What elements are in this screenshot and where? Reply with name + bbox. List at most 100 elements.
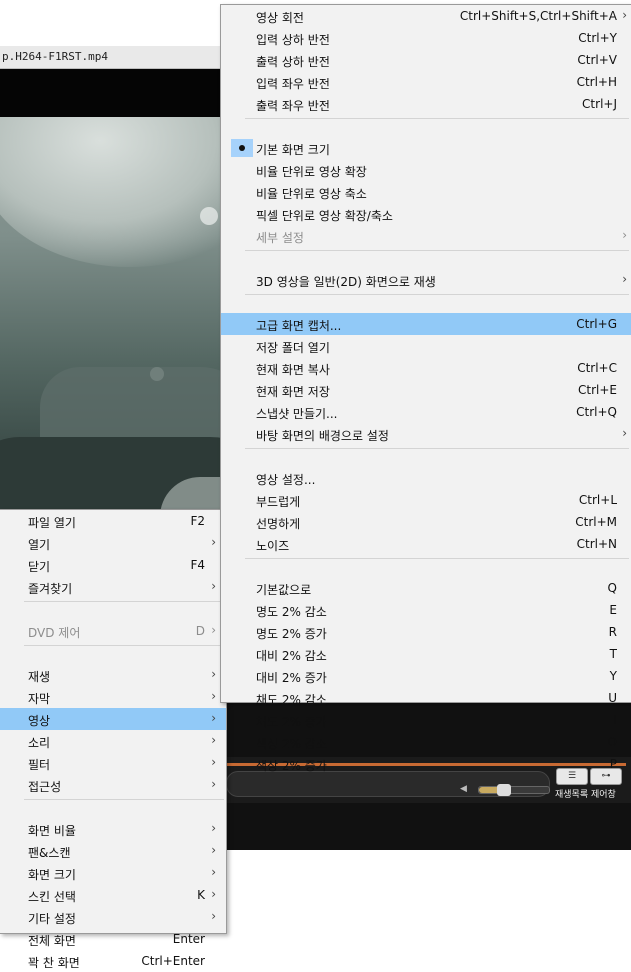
menu-item-소리[interactable]: 소리 › — [0, 730, 226, 752]
submenu-item-고급-화면-캡처[interactable]: 고급 화면 캡처... Ctrl+G — [221, 313, 631, 335]
menu-item-label: 현재 화면 복사 — [256, 363, 330, 377]
menu-item-shortcut: R — [608, 625, 617, 639]
menu-item-파일-열기[interactable]: 파일 열기 F2 — [0, 510, 226, 532]
menu-item-label: 즐겨찾기 — [28, 582, 73, 596]
menu-item-label: 색상 2% 감소 — [256, 737, 327, 751]
menu-item-label: 노이즈 — [256, 539, 290, 553]
menu-item-자막[interactable]: 자막 › — [0, 686, 226, 708]
menu-item-팬-스캔[interactable]: 팬&스캔 › — [0, 840, 226, 862]
playlist-label: 재생목록 — [555, 790, 589, 800]
submenu-item-비율-단위로-영상-축소[interactable]: 비율 단위로 영상 축소 — [221, 181, 631, 203]
menu-item-label: 현재 화면 저장 — [256, 385, 330, 399]
chevron-right-icon: › — [211, 865, 216, 879]
submenu-item-기본-화면-크기[interactable]: 기본 화면 크기 — [221, 137, 631, 159]
menu-item-기타-설정[interactable]: 기타 설정 › — [0, 906, 226, 928]
menu-item-꽉-찬-화면[interactable]: 꽉 찬 화면 Ctrl+Enter — [0, 950, 226, 972]
chevron-right-icon: › — [211, 909, 216, 923]
menu-item-열기[interactable]: 열기 › — [0, 532, 226, 554]
submenu-item-스냅샷-만들기[interactable]: 스냅샷 만들기... Ctrl+Q — [221, 401, 631, 423]
submenu-item-선명하게[interactable]: 선명하게 Ctrl+M — [221, 511, 631, 533]
menu-item-화면-크기[interactable]: 화면 크기 › — [0, 862, 226, 884]
submenu-item-대비-2-증가[interactable]: 대비 2% 증가 Y — [221, 665, 631, 687]
radio-check-icon — [231, 139, 253, 157]
menu-item-label: 비율 단위로 영상 축소 — [256, 187, 367, 201]
menu-item-shortcut: Ctrl+G — [576, 317, 617, 331]
video-bokeh — [200, 207, 218, 225]
submenu-item-출력-상하-반전[interactable]: 출력 상하 반전 Ctrl+V — [221, 49, 631, 71]
menu-item-label: 선명하게 — [256, 517, 301, 531]
context-menu-list: 파일 열기 F2 열기 › 닫기 F4 즐겨찾기 › DVD 제어 D › 재생 › 자막 › 영상 › 소리 › 필… — [0, 510, 226, 972]
submenu-item-영상-설정[interactable]: 영상 설정... — [221, 467, 631, 489]
menu-item-shortcut: O — [607, 735, 617, 749]
submenu-item-비율-단위로-영상-확장[interactable]: 비율 단위로 영상 확장 — [221, 159, 631, 181]
menu-item-화면-비율[interactable]: 화면 비율 › — [0, 818, 226, 840]
submenu-item-채도-2-감소[interactable]: 채도 2% 감소 U — [221, 687, 631, 709]
submenu-item-입력-좌우-반전[interactable]: 입력 좌우 반전 Ctrl+H — [221, 71, 631, 93]
menu-item-전체-화면[interactable]: 전체 화면 Enter — [0, 928, 226, 950]
menu-separator — [0, 598, 226, 620]
menu-item-label: 대비 2% 감소 — [256, 649, 327, 663]
submenu-item-바탕-화면의-배경으로-설정[interactable]: 바탕 화면의 배경으로 설정 › — [221, 423, 631, 445]
submenu-item-픽셀-단위로-영상-확장-축소[interactable]: 픽셀 단위로 영상 확장/축소 — [221, 203, 631, 225]
menu-item-label: 기본값으로 — [256, 583, 312, 597]
menu-item-접근성[interactable]: 접근성 › — [0, 774, 226, 796]
menu-item-label: 색상 2% 증가 — [256, 759, 327, 773]
menu-item-shortcut: Ctrl+Q — [576, 405, 617, 419]
menu-separator — [221, 555, 631, 577]
menu-item-label: 꽉 찬 화면 — [28, 956, 80, 970]
menu-item-shortcut: Ctrl+Shift+S,Ctrl+Shift+A — [459, 9, 617, 23]
menu-item-닫기[interactable]: 닫기 F4 — [0, 554, 226, 576]
menu-item-label: 채도 2% 감소 — [256, 693, 327, 707]
menu-item-shortcut: Ctrl+M — [575, 515, 617, 529]
menu-item-label: 스냅샷 만들기... — [256, 407, 338, 421]
menu-item-shortcut: Ctrl+Enter — [141, 954, 205, 968]
menu-separator — [0, 642, 226, 664]
submenu-item-노이즈[interactable]: 노이즈 Ctrl+N — [221, 533, 631, 555]
control-label: 제어창 — [591, 790, 616, 800]
submenu-item-입력-상하-반전[interactable]: 입력 상하 반전 Ctrl+Y — [221, 27, 631, 49]
menu-item-스킨-선택[interactable]: 스킨 선택 K › — [0, 884, 226, 906]
menu-item-즐겨찾기[interactable]: 즐겨찾기 › — [0, 576, 226, 598]
submenu-item-명도-2-감소[interactable]: 명도 2% 감소 E — [221, 599, 631, 621]
menu-item-dvd-제어: DVD 제어 D › — [0, 620, 226, 642]
menu-item-shortcut: P — [609, 757, 617, 771]
menu-item-label: 명도 2% 감소 — [256, 605, 327, 619]
chevron-right-icon: › — [211, 667, 216, 681]
submenu-item-3d-영상을-일반-2d-화면으로-재생[interactable]: 3D 영상을 일반(2D) 화면으로 재생 › — [221, 269, 631, 291]
menu-separator — [221, 445, 631, 467]
submenu-item-저장-폴더-열기[interactable]: 저장 폴더 열기 — [221, 335, 631, 357]
menu-item-label: 기본 화면 크기 — [256, 143, 330, 157]
menu-item-label: 전체 화면 — [28, 934, 76, 948]
chevron-right-icon: › — [211, 777, 216, 791]
menu-item-shortcut: Y — [609, 669, 617, 683]
menu-item-label: 소리 — [28, 736, 51, 750]
submenu-item-영상-회전[interactable]: 영상 회전 Ctrl+Shift+S,Ctrl+Shift+A › — [221, 5, 631, 27]
submenu-item-대비-2-감소[interactable]: 대비 2% 감소 T — [221, 643, 631, 665]
submenu-item-출력-좌우-반전[interactable]: 출력 좌우 반전 Ctrl+J — [221, 93, 631, 115]
menu-item-label: 출력 좌우 반전 — [256, 99, 330, 113]
menu-item-label: 고급 화면 캡처... — [256, 319, 342, 333]
menu-item-영상[interactable]: 영상 › — [0, 708, 226, 730]
menu-item-재생[interactable]: 재생 › — [0, 664, 226, 686]
submenu-item-명도-2-증가[interactable]: 명도 2% 증가 R — [221, 621, 631, 643]
submenu-item-현재-화면-저장[interactable]: 현재 화면 저장 Ctrl+E — [221, 379, 631, 401]
submenu-item-색상-2-증가[interactable]: 색상 2% 증가 P — [221, 753, 631, 775]
submenu-item-현재-화면-복사[interactable]: 현재 화면 복사 Ctrl+C — [221, 357, 631, 379]
menu-item-필터[interactable]: 필터 › — [0, 752, 226, 774]
chevron-right-icon: › — [211, 887, 216, 901]
submenu-item-색상-2-감소[interactable]: 색상 2% 감소 O — [221, 731, 631, 753]
menu-item-shortcut: E — [609, 603, 617, 617]
volume-slider[interactable] — [478, 784, 550, 796]
menu-item-shortcut: F4 — [190, 558, 205, 572]
menu-item-label: 필터 — [28, 758, 51, 772]
menu-separator — [221, 115, 631, 137]
menu-item-label: 입력 좌우 반전 — [256, 77, 330, 91]
submenu-item-채도-2-증가[interactable]: 채도 2% 증가 I — [221, 709, 631, 731]
menu-item-label: 파일 열기 — [28, 516, 76, 530]
speaker-icon[interactable]: ◀︎ — [460, 784, 467, 794]
volume-knob[interactable] — [496, 784, 511, 796]
menu-item-label: 영상 — [28, 714, 51, 728]
submenu-item-부드럽게[interactable]: 부드럽게 Ctrl+L — [221, 489, 631, 511]
submenu-item-기본값으로[interactable]: 기본값으로 Q — [221, 577, 631, 599]
menu-item-label: 영상 회전 — [256, 11, 304, 25]
